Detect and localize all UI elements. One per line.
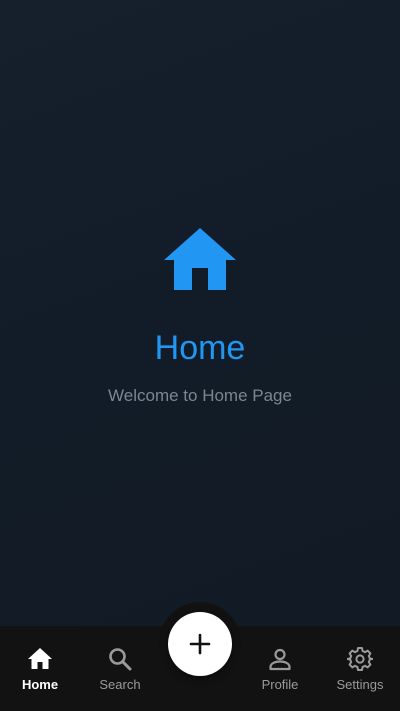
nav-label-profile: Profile [261,677,299,692]
main-content: Home Welcome to Home Page [0,0,400,626]
search-icon [107,646,133,672]
plus-icon [188,632,212,656]
home-icon [164,228,236,290]
nav-label-settings: Settings [336,677,384,692]
nav-item-settings[interactable]: Settings [320,626,400,711]
person-icon [267,646,293,672]
nav-label-home: Home [21,677,59,692]
nav-item-home[interactable]: Home [0,626,80,711]
nav-label-search: Search [99,677,141,692]
nav-item-profile[interactable]: Profile [240,626,320,711]
page-title: Home [154,329,246,367]
home-icon [27,646,53,672]
gear-icon [347,646,373,672]
nav-item-search[interactable]: Search [80,626,160,711]
page-subtitle: Welcome to Home Page [108,386,292,405]
add-button[interactable] [168,612,232,676]
